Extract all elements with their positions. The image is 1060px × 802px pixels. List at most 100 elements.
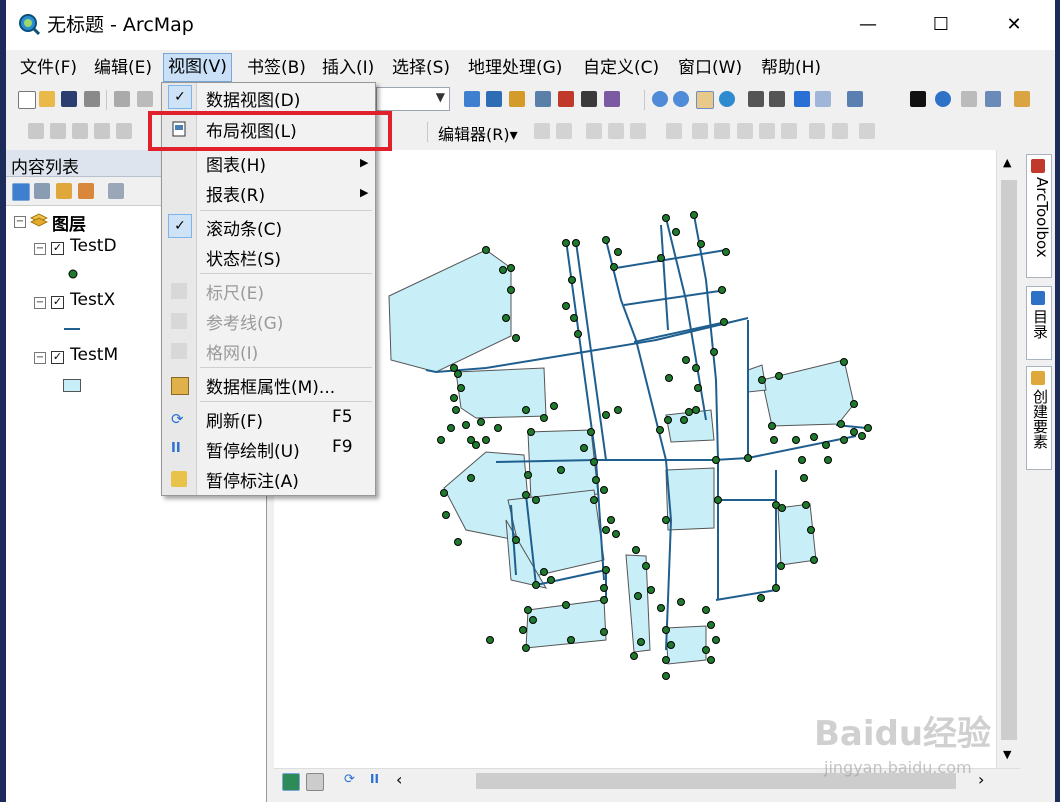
open-folder-icon[interactable] [39,91,55,107]
fixed-zoom-out-icon[interactable] [769,91,785,107]
print-icon[interactable] [84,91,100,107]
layer-name[interactable]: TestM [70,345,118,365]
tools-icon[interactable] [116,123,132,139]
maximize-button[interactable]: ☐ [921,10,961,40]
chevron-down-icon[interactable]: ▼ [1003,748,1011,761]
list-by-visibility-icon[interactable] [56,183,72,199]
menu-selection[interactable]: 选择(S) [388,55,454,81]
layout-view-icon[interactable] [306,773,324,791]
menu-customize[interactable]: 自定义(C) [579,55,663,81]
python-window-icon[interactable] [581,91,597,107]
catalog-icon[interactable] [509,91,525,107]
menu-help[interactable]: 帮助(H) [757,55,825,81]
vertical-scrollbar[interactable]: ▲ ▼ [996,150,1021,768]
go-back-icon[interactable] [794,91,810,107]
table-of-contents-icon[interactable] [486,91,502,107]
tools-icon[interactable] [28,123,44,139]
split-icon[interactable] [759,123,775,139]
zoom-in-icon[interactable] [652,91,668,107]
collapse-icon[interactable]: − [14,216,26,228]
zoom-out-icon[interactable] [673,91,689,107]
endpoint-arc-icon[interactable] [608,123,624,139]
identify-icon[interactable] [935,91,951,107]
refresh-icon[interactable]: ⟳ [344,772,355,787]
point-icon[interactable] [666,123,682,139]
data-view-icon[interactable] [282,773,300,791]
close-button[interactable]: ✕ [994,10,1034,40]
menu-item-data-view[interactable]: ✓ 数据视图(D) [162,83,375,113]
map-canvas[interactable] [274,150,1002,768]
menu-bookmarks[interactable]: 书签(B) [243,55,310,81]
annotation-edit-icon[interactable] [556,123,572,139]
menu-windows[interactable]: 窗口(W) [674,55,746,81]
editor-toolbar-icon[interactable] [464,91,480,107]
menu-item-data-frame-properties[interactable]: 数据框属性(M)... [162,370,375,400]
reshape-icon[interactable] [714,123,730,139]
sketch-properties-icon[interactable] [832,123,848,139]
map-display[interactable] [274,150,1002,768]
rotate-icon[interactable] [781,123,797,139]
vertical-scroll-thumb[interactable] [1001,180,1017,740]
menu-item-reports[interactable]: 报表(R) ▶ [162,178,375,208]
menu-item-status-bar[interactable]: 状态栏(S) [162,242,375,272]
menu-view[interactable]: 视图(V) [163,53,232,82]
straight-segment-icon[interactable] [586,123,602,139]
measure-icon[interactable] [1014,91,1030,107]
edit-tool-icon[interactable] [534,123,550,139]
collapse-icon[interactable]: − [34,243,46,255]
menu-item-graphs[interactable]: 图表(H) ▶ [162,148,375,178]
list-by-drawing-order-icon[interactable] [12,183,30,201]
tools-icon[interactable] [94,123,110,139]
select-features-icon[interactable] [847,91,863,107]
map-scale-combo[interactable]: ▼ [376,87,450,111]
menu-item-pause-drawing[interactable]: II 暂停绘制(U) F9 [162,434,375,464]
tools-icon[interactable] [72,123,88,139]
collapse-icon[interactable]: − [34,297,46,309]
tools-icon[interactable] [50,123,66,139]
menu-edit[interactable]: 编辑(E) [90,55,156,81]
save-icon[interactable] [61,91,77,107]
layer-name[interactable]: TestX [70,290,115,310]
layer-name[interactable]: TestD [70,236,117,256]
select-elements-icon[interactable] [910,91,926,107]
trace-icon[interactable] [630,123,646,139]
fixed-zoom-in-icon[interactable] [748,91,764,107]
arctoolbox-icon[interactable] [558,91,574,107]
menu-item-refresh[interactable]: ⟳ 刷新(F) F5 [162,404,375,434]
menu-geoprocessing[interactable]: 地理处理(G) [464,55,566,81]
list-by-source-icon[interactable] [34,183,50,199]
menu-item-scrollbars[interactable]: ✓ 滚动条(C) [162,212,375,242]
layer-visibility-checkbox[interactable]: ✓ [51,242,64,255]
layer-visibility-checkbox[interactable]: ✓ [51,351,64,364]
full-extent-icon[interactable] [719,91,735,107]
edit-vertices-icon[interactable] [692,123,708,139]
arctoolbox-tab[interactable]: ArcToolbox [1026,154,1052,278]
chevron-up-icon[interactable]: ▲ [1003,156,1011,169]
attributes-icon[interactable] [809,123,825,139]
new-document-icon[interactable] [18,91,36,109]
editor-menu-button[interactable]: 编辑器(R)▾ [438,121,518,145]
menu-file[interactable]: 文件(F) [16,55,81,81]
create-features-icon[interactable] [859,123,875,139]
menu-item-pause-labeling[interactable]: 暂停标注(A) [162,464,375,494]
collapse-icon[interactable]: − [34,352,46,364]
search-window-icon[interactable] [535,91,551,107]
chevron-right-icon[interactable]: › [978,770,984,789]
layer-visibility-checkbox[interactable]: ✓ [51,296,64,309]
model-builder-icon[interactable] [604,91,620,107]
hyperlink-icon[interactable] [961,91,977,107]
cut-polygons-icon[interactable] [737,123,753,139]
minimize-button[interactable]: — [848,10,888,40]
list-by-selection-icon[interactable] [78,183,94,199]
create-features-tab[interactable]: 创建要素 [1026,366,1052,470]
html-popup-icon[interactable] [985,91,1001,107]
toc-options-icon[interactable] [108,183,124,199]
pan-icon[interactable] [696,91,714,109]
menu-insert[interactable]: 插入(I) [318,55,378,81]
go-forward-icon[interactable] [815,91,831,107]
catalog-tab[interactable]: 目录 [1026,286,1052,360]
cut-icon[interactable] [114,91,130,107]
copy-icon[interactable] [137,91,153,107]
pause-drawing-icon[interactable]: II [370,772,379,786]
chevron-left-icon[interactable]: ‹ [396,770,402,789]
